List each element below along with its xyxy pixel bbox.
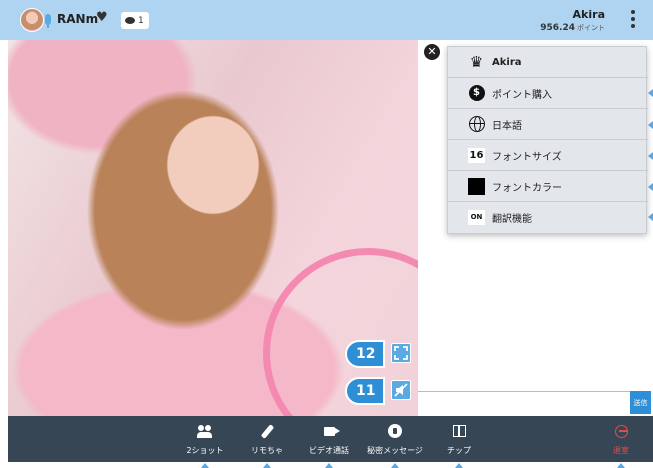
menu-item-label: Akira bbox=[492, 56, 522, 68]
remote-toy-button[interactable]: リモちゃ bbox=[232, 423, 302, 456]
exit-room-button[interactable]: 退室 bbox=[586, 423, 653, 456]
video-camera-icon bbox=[323, 426, 335, 436]
annotation-arrow bbox=[391, 463, 399, 468]
menu-item-font-color[interactable]: フォントカラー bbox=[448, 171, 648, 202]
account-name: Akira bbox=[572, 8, 605, 21]
menu-item-language[interactable]: 日本語 bbox=[448, 109, 648, 140]
annotation-arrow bbox=[648, 152, 653, 160]
account-dropdown-menu: ♛ Akira $ ポイント購入 日本語 16 フォントサイズ フォントカラー … bbox=[447, 46, 648, 234]
performer-name: RANm bbox=[57, 12, 99, 26]
account-info: Akira 956.24 ポイント bbox=[540, 8, 605, 33]
chat-bubble-icon bbox=[125, 17, 135, 24]
fullscreen-button[interactable] bbox=[391, 343, 411, 363]
menu-item-translation[interactable]: ON 翻訳機能 bbox=[448, 202, 648, 233]
toolbar-label: チップ bbox=[447, 446, 471, 455]
annotation-arrow bbox=[325, 463, 333, 468]
points-balance: 956.24 ポイント bbox=[540, 23, 605, 33]
toolbar-label: 2ショット bbox=[186, 446, 224, 455]
two-shot-button[interactable]: 2ショット bbox=[170, 423, 240, 456]
menu-item-label: フォントサイズ bbox=[492, 151, 562, 163]
favorite-heart-icon[interactable]: ♥ bbox=[96, 10, 108, 25]
annotation-arrow bbox=[648, 183, 653, 191]
microphone-icon bbox=[45, 14, 51, 28]
menu-item-buy-points[interactable]: $ ポイント購入 bbox=[448, 78, 648, 109]
send-button[interactable]: 送信 bbox=[630, 391, 651, 414]
gift-icon bbox=[452, 425, 466, 437]
video-stream: 12 11 bbox=[8, 40, 418, 416]
top-header: RANm ♥ 1 Akira 956.24 ポイント bbox=[0, 0, 653, 40]
menu-item-label: ポイント購入 bbox=[492, 89, 552, 101]
toolbar-label: リモちゃ bbox=[251, 446, 283, 455]
exit-icon bbox=[614, 424, 628, 438]
speaker-muted-icon bbox=[394, 383, 408, 397]
menu-item-label: 翻訳機能 bbox=[492, 214, 532, 225]
annotation-arrow bbox=[617, 463, 625, 468]
two-users-icon bbox=[197, 424, 213, 438]
annotation-arrow bbox=[455, 463, 463, 468]
mute-button[interactable] bbox=[391, 380, 411, 400]
menu-item-account[interactable]: ♛ Akira bbox=[448, 47, 648, 78]
callout-12: 12 bbox=[345, 340, 385, 368]
black-swatch-icon bbox=[468, 177, 485, 195]
menu-item-label: 日本語 bbox=[492, 120, 522, 132]
dollar-icon: $ bbox=[468, 85, 485, 102]
toggle-on-icon: ON bbox=[468, 209, 485, 226]
annotation-arrow bbox=[648, 89, 653, 97]
crown-icon: ♛ bbox=[469, 52, 484, 71]
remote-toy-icon bbox=[260, 423, 274, 439]
points-unit: ポイント bbox=[577, 24, 605, 32]
chat-message-input[interactable] bbox=[418, 391, 630, 416]
more-menu-button[interactable] bbox=[628, 10, 638, 30]
globe-icon bbox=[468, 116, 485, 133]
fullscreen-icon bbox=[394, 346, 408, 360]
font-size-16-icon: 16 bbox=[468, 147, 485, 163]
menu-item-font-size[interactable]: 16 フォントサイズ bbox=[448, 140, 648, 171]
toolbar-label: ビデオ通話 bbox=[309, 446, 349, 455]
video-call-button[interactable]: ビデオ通話 bbox=[294, 423, 364, 456]
annotation-arrow bbox=[648, 213, 653, 221]
chat-count: 1 bbox=[138, 15, 144, 26]
close-icon[interactable]: ✕ bbox=[424, 44, 440, 60]
points-value: 956.24 bbox=[540, 23, 575, 33]
toolbar-label: 退室 bbox=[613, 446, 629, 455]
callout-11: 11 bbox=[345, 377, 385, 405]
toolbar-label: 秘密メッセージ bbox=[367, 446, 423, 455]
secret-message-button[interactable]: 秘密メッセージ bbox=[360, 423, 430, 456]
chat-count-badge[interactable]: 1 bbox=[121, 12, 149, 29]
tip-button[interactable]: チップ bbox=[424, 423, 494, 456]
annotation-arrow bbox=[263, 463, 271, 468]
performer-avatar[interactable] bbox=[20, 8, 44, 32]
menu-item-label: フォントカラー bbox=[492, 182, 562, 194]
secret-lock-icon bbox=[388, 424, 402, 438]
bottom-toolbar: 2ショット リモちゃ ビデオ通話 秘密メッセージ チップ 退室 bbox=[8, 416, 653, 462]
annotation-arrow bbox=[201, 463, 209, 468]
annotation-arrow bbox=[648, 121, 653, 129]
